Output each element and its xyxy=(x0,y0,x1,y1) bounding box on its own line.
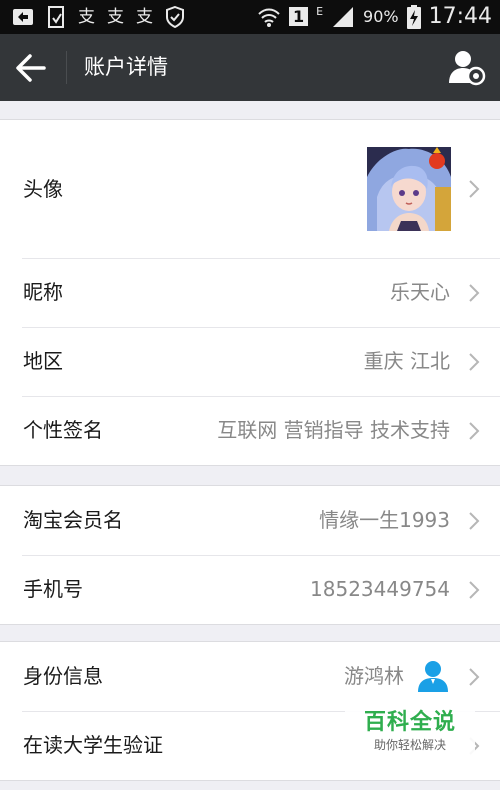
phone-value: 18523449754 xyxy=(310,577,450,601)
taobao-row[interactable]: 淘宝会员名 情缘一生1993 xyxy=(0,486,500,555)
phone-row[interactable]: 手机号 18523449754 xyxy=(0,555,500,624)
battery-percent: 90% xyxy=(363,7,399,26)
chevron-right-icon xyxy=(469,284,480,302)
identity-value: 游鸿林 xyxy=(344,664,404,688)
avatar xyxy=(367,147,451,231)
phone-label: 手机号 xyxy=(23,577,83,601)
title-bar: 账户详情 xyxy=(0,34,500,101)
region-row[interactable]: 地区 重庆 江北 xyxy=(0,327,500,396)
sim-slot-indicator: 1 xyxy=(288,7,309,26)
signal-icon xyxy=(333,6,354,27)
watermark-subtitle: 助你轻松解决 xyxy=(373,738,446,752)
shield-icon xyxy=(166,6,184,28)
avatar-label: 头像 xyxy=(23,177,63,201)
chevron-right-icon xyxy=(469,512,480,530)
watermark-title: 百科全说 xyxy=(363,710,456,735)
identity-label: 身份信息 xyxy=(23,664,103,688)
status-bar: 支 支 支 1 E 90% 17:44 xyxy=(0,0,500,34)
taobao-value: 情缘一生1993 xyxy=(319,508,450,532)
alipay-icon: 支 xyxy=(136,7,153,27)
student-verify-label: 在读大学生验证 xyxy=(23,733,163,757)
alipay-icon: 支 xyxy=(78,7,95,27)
notification-icon xyxy=(13,9,33,25)
nickname-row[interactable]: 昵称 乐天心 xyxy=(0,258,500,327)
status-indicators: 1 E 90% 17:44 xyxy=(257,4,492,29)
nickname-label: 昵称 xyxy=(23,280,63,304)
sim-icon xyxy=(48,6,64,28)
clock: 17:44 xyxy=(428,4,492,29)
chevron-right-icon xyxy=(469,353,480,371)
profile-section: 头像 昵称 乐天心 地区 重庆 江北 个性签名 互联网 营销指导 技术支持 xyxy=(0,119,500,466)
signature-row[interactable]: 个性签名 互联网 营销指导 技术支持 xyxy=(0,396,500,465)
chevron-right-icon xyxy=(469,581,480,599)
region-label: 地区 xyxy=(23,349,63,373)
battery-charging-icon xyxy=(406,4,421,29)
alipay-icon: 支 xyxy=(107,7,124,27)
wifi-icon xyxy=(258,8,280,27)
page-title: 账户详情 xyxy=(84,55,168,79)
identity-row[interactable]: 身份信息 游鸿林 xyxy=(0,642,500,711)
taobao-label: 淘宝会员名 xyxy=(23,508,123,532)
profile-settings-icon[interactable] xyxy=(448,48,486,86)
account-section: 淘宝会员名 情缘一生1993 手机号 18523449754 xyxy=(0,485,500,625)
watermark-logo: 百科全说 助你轻松解决 xyxy=(345,705,475,765)
back-arrow-icon[interactable] xyxy=(14,52,48,84)
region-value: 重庆 江北 xyxy=(363,349,450,373)
title-divider xyxy=(66,51,67,84)
nickname-value: 乐天心 xyxy=(390,280,450,304)
status-notifications: 支 支 支 xyxy=(12,6,185,28)
avatar-row[interactable]: 头像 xyxy=(0,120,500,258)
chevron-right-icon xyxy=(469,422,480,440)
signature-value: 互联网 营销指导 技术支持 xyxy=(217,418,450,442)
network-type: E xyxy=(316,5,324,18)
verified-person-icon xyxy=(418,661,448,692)
chevron-right-icon xyxy=(469,180,480,198)
chevron-right-icon xyxy=(469,668,480,686)
signature-label: 个性签名 xyxy=(23,418,103,442)
